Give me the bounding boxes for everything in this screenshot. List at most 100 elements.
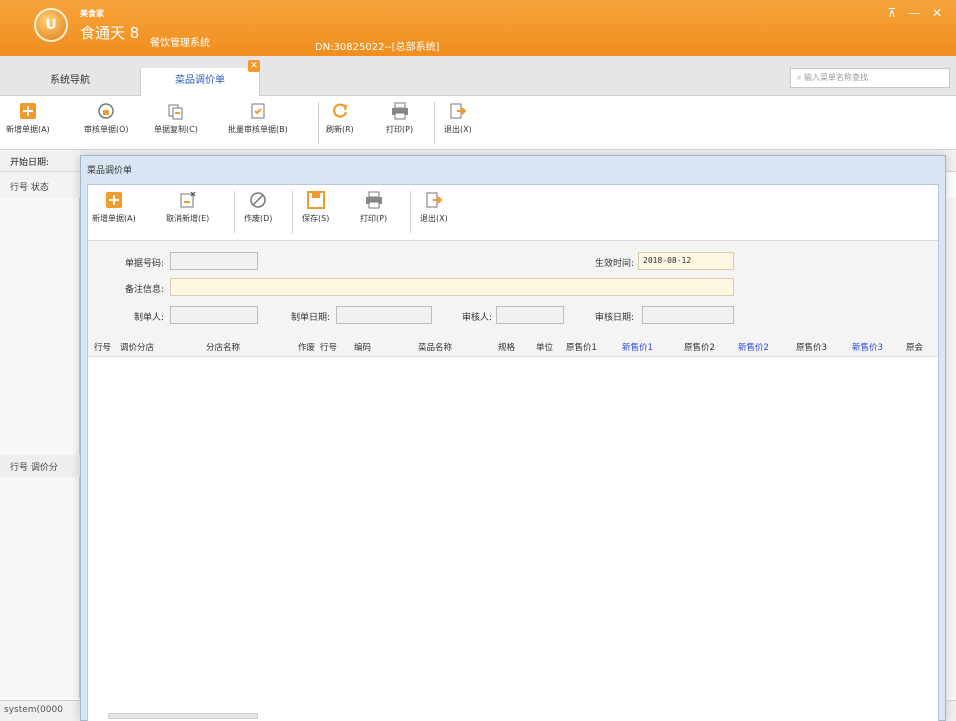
col-new-price-2[interactable]: 新售价2 bbox=[738, 341, 769, 353]
toolbar-separator bbox=[292, 191, 293, 233]
batch-approve-icon bbox=[251, 103, 265, 119]
new-document-label: 新增单据(A) bbox=[6, 125, 50, 134]
exit-button[interactable]: 退出(X) bbox=[444, 102, 472, 135]
col-old-price-1[interactable]: 原售价1 bbox=[566, 341, 597, 353]
refresh-icon bbox=[333, 103, 348, 118]
copy-document-button[interactable]: 单据复制(C) bbox=[154, 102, 198, 135]
dialog-toolbar: 新增单据(A) 取消新增(E) 作废(D) 保存(S) 打印(P) 退出(X) bbox=[88, 185, 938, 241]
document-form: 单据号码: 生效时间: 2018-08-12 备注信息: 制单人: 制单日期: … bbox=[88, 241, 938, 337]
col-dish-name[interactable]: 菜品名称 bbox=[418, 341, 452, 353]
tab-system-navigation[interactable]: 系统导航 bbox=[0, 68, 140, 96]
col-branch[interactable]: 调价分店 bbox=[120, 341, 154, 353]
brand-small-text: 美食家 bbox=[80, 9, 104, 18]
col-code[interactable]: 编码 bbox=[354, 341, 371, 353]
remark-field[interactable] bbox=[170, 278, 734, 296]
audit-date-field[interactable] bbox=[642, 306, 734, 324]
auditor-field[interactable] bbox=[496, 306, 564, 324]
toolbar-separator bbox=[410, 191, 411, 233]
col-branch-name[interactable]: 分店名称 bbox=[206, 341, 240, 353]
brand-subtitle: 餐饮管理系统 bbox=[150, 38, 210, 49]
toolbar-separator bbox=[234, 191, 235, 233]
make-date-label: 制单日期: bbox=[290, 313, 330, 323]
copy-document-label: 单据复制(C) bbox=[154, 125, 198, 134]
price-adjustment-dialog: 菜品调价单 新增单据(A) 取消新增(E) 作废(D) 保存(S) 打印(P) … bbox=[80, 155, 946, 721]
col-new-price-1[interactable]: 新售价1 bbox=[622, 341, 653, 353]
col-spec[interactable]: 规格 bbox=[498, 341, 515, 353]
search-placeholder: 输入菜单名称查找 bbox=[804, 73, 869, 82]
col-new-price-3[interactable]: 新售价3 bbox=[852, 341, 883, 353]
auditor-label: 审核人: bbox=[461, 313, 492, 323]
print-button[interactable]: 打印(P) bbox=[386, 102, 413, 135]
tab-bar: 系统导航 菜品调价单 ✕ ⌕ 输入菜单名称查找 bbox=[0, 56, 956, 96]
dialog-print-label: 打印(P) bbox=[360, 214, 388, 223]
dialog-exit-button[interactable]: 退出(X) bbox=[420, 191, 448, 224]
maker-field[interactable] bbox=[170, 306, 258, 324]
dialog-exit-label: 退出(X) bbox=[420, 214, 448, 223]
horizontal-scrollbar[interactable] bbox=[108, 713, 258, 719]
main-grid-header: 行号 状态 bbox=[0, 172, 80, 198]
printer-icon bbox=[391, 102, 408, 120]
save-icon bbox=[306, 191, 325, 209]
printer-icon bbox=[365, 191, 382, 209]
exit-icon bbox=[450, 103, 467, 119]
tab-close-icon[interactable]: ✕ bbox=[248, 60, 260, 72]
toolbar-separator bbox=[318, 102, 319, 144]
void-button[interactable]: 作废(D) bbox=[244, 191, 272, 224]
cancel-new-button[interactable]: 取消新增(E) bbox=[166, 191, 209, 224]
effective-time-label: 生效时间: bbox=[594, 259, 634, 269]
item-grid-body[interactable] bbox=[88, 357, 938, 721]
col-line-no-2[interactable]: 行号 bbox=[320, 341, 337, 353]
new-document-button[interactable]: 新增单据(A) bbox=[6, 102, 50, 135]
effective-time-field[interactable]: 2018-08-12 bbox=[638, 252, 734, 270]
batch-approve-button[interactable]: 批量审核单据(B) bbox=[228, 102, 288, 135]
col-line-no[interactable]: 行号 bbox=[94, 341, 111, 353]
approve-document-label: 审核单据(O) bbox=[84, 125, 129, 134]
col-old-price-2[interactable]: 原售价2 bbox=[684, 341, 715, 353]
void-icon bbox=[250, 192, 266, 208]
save-label: 保存(S) bbox=[302, 214, 330, 223]
doc-no-label: 单据号码: bbox=[124, 259, 164, 269]
cancel-new-icon bbox=[180, 191, 196, 208]
doc-no-field[interactable] bbox=[170, 252, 258, 270]
maker-label: 制单人: bbox=[133, 313, 164, 323]
cancel-new-label: 取消新增(E) bbox=[166, 214, 210, 223]
dn-info: DN:30825022--[总部系统] bbox=[315, 42, 440, 53]
remark-label: 备注信息: bbox=[124, 285, 164, 295]
dialog-print-button[interactable]: 打印(P) bbox=[360, 191, 387, 224]
exit-icon bbox=[426, 192, 443, 208]
detail-grid-header: 行号 调价分 bbox=[0, 455, 80, 477]
window-controls[interactable]: ⊼ — ✕ bbox=[888, 6, 946, 20]
dialog-title: 菜品调价单 bbox=[87, 166, 133, 176]
dialog-new-label: 新增单据(A) bbox=[92, 214, 136, 223]
plus-icon bbox=[105, 192, 122, 208]
refresh-button[interactable]: 刷新(R) bbox=[326, 102, 354, 135]
col-unit[interactable]: 单位 bbox=[536, 341, 553, 353]
audit-date-label: 审核日期: bbox=[594, 313, 634, 323]
main-toolbar: 新增单据(A) 审核单据(O) 单据复制(C) 批量审核单据(B) 刷新(R) … bbox=[0, 96, 956, 150]
refresh-label: 刷新(R) bbox=[326, 125, 354, 134]
col-void[interactable]: 作废 bbox=[298, 341, 315, 353]
void-label: 作废(D) bbox=[244, 214, 273, 223]
start-date-label: 开始日期: bbox=[10, 158, 50, 168]
col-old-price-3[interactable]: 原售价3 bbox=[796, 341, 827, 353]
copy-icon bbox=[168, 104, 183, 120]
main-grid bbox=[0, 198, 80, 698]
make-date-field[interactable] bbox=[336, 306, 432, 324]
batch-approve-label: 批量审核单据(B) bbox=[228, 125, 288, 134]
exit-label: 退出(X) bbox=[444, 125, 472, 134]
menu-search-input[interactable]: ⌕ 输入菜单名称查找 bbox=[790, 68, 950, 88]
plus-icon bbox=[19, 103, 36, 119]
dialog-new-button[interactable]: 新增单据(A) bbox=[92, 191, 136, 224]
approve-document-button[interactable]: 审核单据(O) bbox=[84, 102, 129, 135]
toolbar-separator bbox=[434, 102, 435, 144]
stamp-icon bbox=[98, 103, 115, 119]
col-member-price[interactable]: 原会 bbox=[906, 341, 923, 353]
app-titlebar: U 美食家 食通天 8 餐饮管理系统 DN:30825022--[总部系统] ⊼… bbox=[0, 0, 956, 56]
app-logo-icon: U bbox=[34, 8, 68, 42]
save-button[interactable]: 保存(S) bbox=[302, 191, 329, 224]
brand-name: 食通天 8 bbox=[80, 24, 140, 42]
search-icon: ⌕ bbox=[797, 73, 805, 82]
print-label: 打印(P) bbox=[386, 125, 414, 134]
tab-price-adjustment[interactable]: 菜品调价单 bbox=[140, 68, 260, 96]
item-grid-header: 行号 调价分店 分店名称 作废 行号 编码 菜品名称 规格 单位 原售价1 新售… bbox=[88, 335, 938, 357]
